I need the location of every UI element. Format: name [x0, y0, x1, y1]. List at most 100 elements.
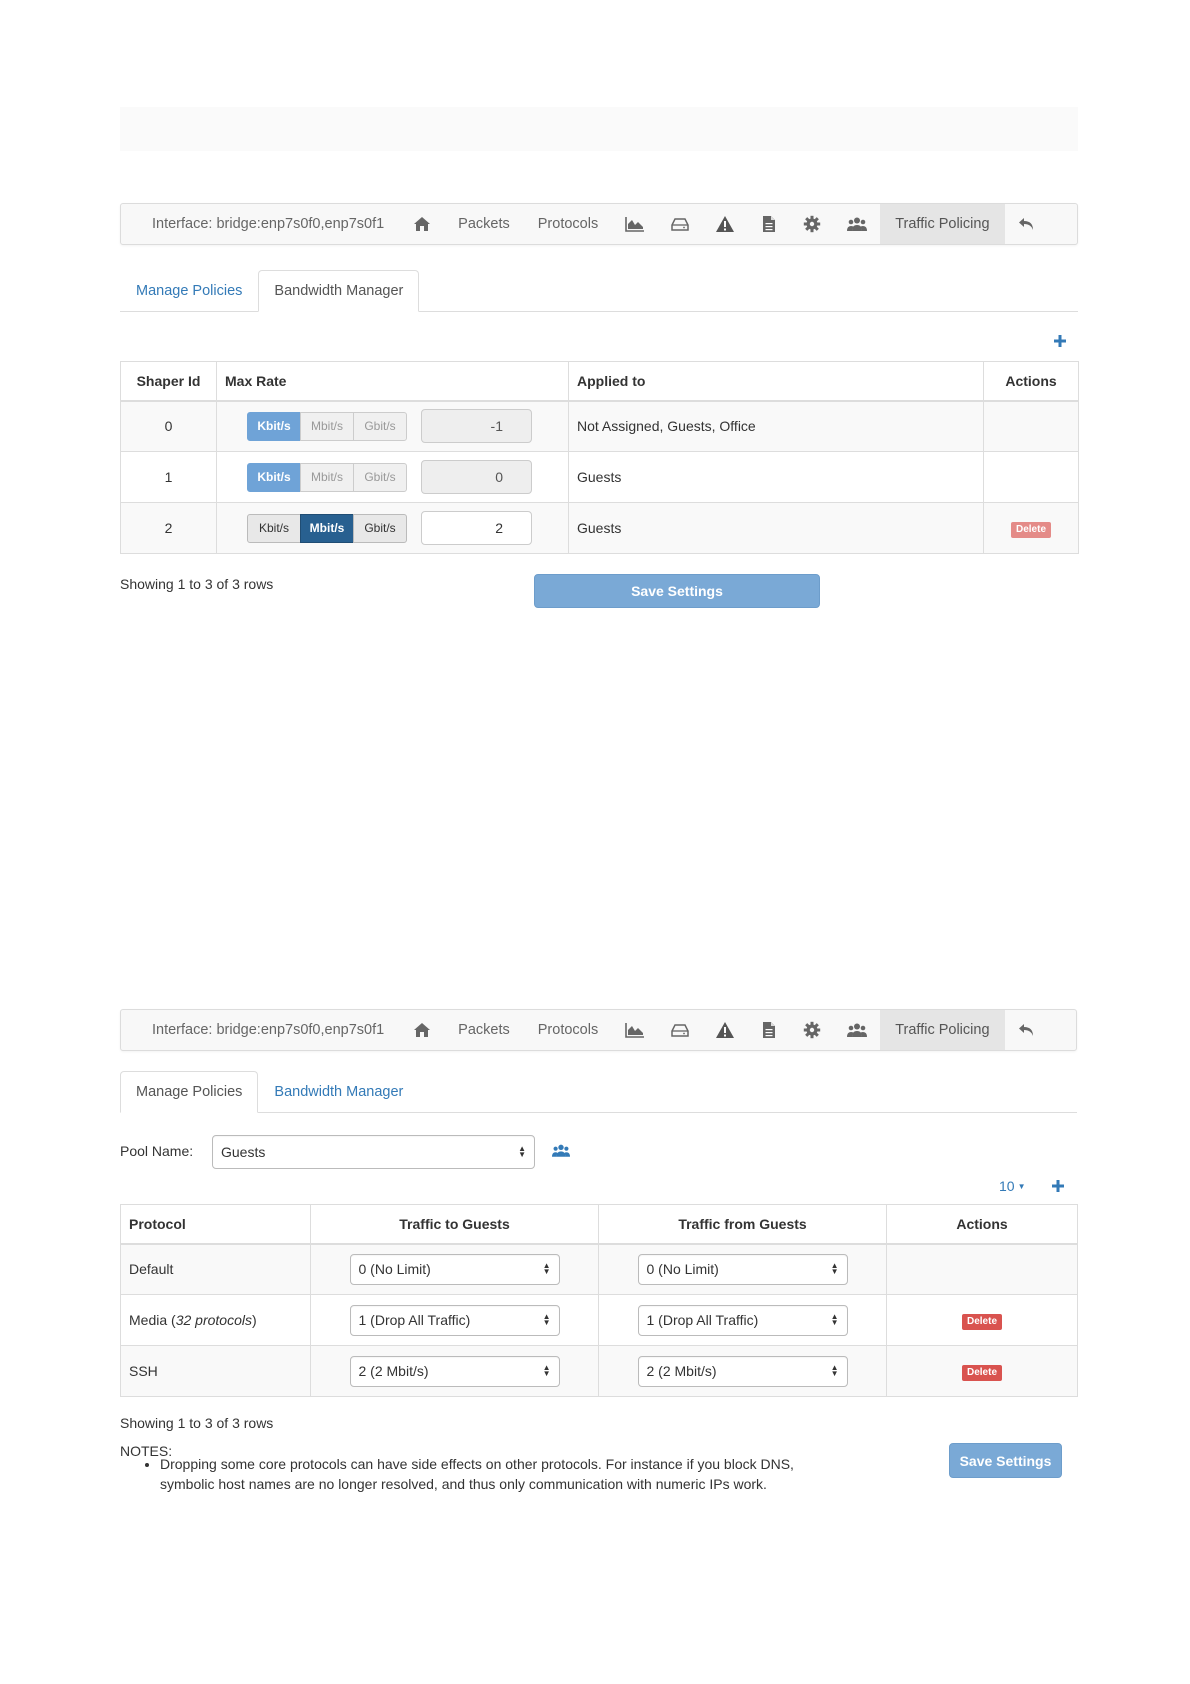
gear-icon[interactable] — [790, 1010, 834, 1050]
header-max-rate: Max Rate — [216, 361, 569, 402]
header-traffic-to: Traffic to Guests — [310, 1204, 599, 1245]
warning-icon[interactable] — [702, 204, 748, 244]
shaper-id: 0 — [120, 400, 217, 452]
traffic-from-select[interactable]: 1 (Drop All Traffic) ▲ ▼ — [637, 1304, 848, 1336]
plus-icon[interactable] — [1051, 1179, 1065, 1196]
unit-mbit-button[interactable]: Mbit/s — [300, 411, 354, 441]
traffic-to-cell: 0 (No Limit) ▲ ▼ — [310, 1243, 599, 1295]
protocol-cell: Media (32 protocols) — [120, 1294, 311, 1346]
select-caret-icon: ▲ ▼ — [830, 1312, 839, 1327]
traffic-to-select[interactable]: 1 (Drop All Traffic) ▲ ▼ — [349, 1304, 560, 1336]
tab-bandwidth-manager[interactable]: Bandwidth Manager — [258, 1071, 419, 1113]
traffic-to-cell: 1 (Drop All Traffic) ▲ ▼ — [310, 1294, 599, 1346]
unit-mbit-button[interactable]: Mbit/s — [300, 513, 354, 543]
users-icon[interactable] — [834, 1010, 880, 1050]
nav-packets[interactable]: Packets — [444, 204, 524, 244]
undo-icon[interactable] — [1005, 1010, 1049, 1050]
traffic-to-value: 0 (No Limit) — [358, 1261, 431, 1278]
unit-kbit-button[interactable]: Kbit/s — [247, 411, 301, 441]
plus-icon[interactable] — [1053, 334, 1067, 351]
applied-to: Guests — [568, 502, 984, 554]
save-settings-button[interactable]: Save Settings — [949, 1443, 1062, 1478]
interface-label: Interface: bridge:enp7s0f0,enp7s0f1 — [152, 216, 385, 232]
nav-packets[interactable]: Packets — [444, 1010, 524, 1050]
traffic-from-cell: 0 (No Limit) ▲ ▼ — [598, 1243, 887, 1295]
file-icon[interactable] — [748, 1010, 790, 1050]
unit-selector: Kbit/s Mbit/s Gbit/s — [247, 513, 407, 543]
table-row: 1 Kbit/s Mbit/s Gbit/s 0 Guests — [120, 451, 1079, 503]
unit-gbit-button[interactable]: Gbit/s — [353, 513, 407, 543]
traffic-to-cell: 2 (2 Mbit/s) ▲ ▼ — [310, 1345, 599, 1397]
undo-icon[interactable] — [1005, 204, 1049, 244]
unit-kbit-button[interactable]: Kbit/s — [247, 462, 301, 492]
tab-bandwidth-manager[interactable]: Bandwidth Manager — [258, 270, 420, 312]
pool-name-select[interactable]: Guests ▲ ▼ — [212, 1135, 535, 1169]
header-shaper-id: Shaper Id — [120, 361, 217, 402]
unit-selector: Kbit/s Mbit/s Gbit/s — [247, 411, 407, 441]
nav-protocols[interactable]: Protocols — [524, 204, 612, 244]
select-caret-icon: ▲ ▼ — [830, 1363, 839, 1378]
tab-manage-policies[interactable]: Manage Policies — [120, 270, 258, 312]
actions-cell: Delete — [983, 502, 1079, 554]
traffic-to-select[interactable]: 2 (2 Mbit/s) ▲ ▼ — [349, 1355, 560, 1387]
traffic-from-value: 2 (2 Mbit/s) — [646, 1363, 717, 1379]
rate-input: -1 — [421, 409, 532, 444]
navbar-bottom: Interface: bridge:enp7s0f0,enp7s0f1 Pack… — [120, 1009, 1077, 1051]
delete-button[interactable]: Delete — [961, 1364, 1002, 1381]
protocol-count: 32 protocols — [175, 1312, 252, 1328]
table-row: Media (32 protocols) 1 (Drop All Traffic… — [120, 1294, 1078, 1346]
users-icon[interactable] — [552, 1143, 570, 1161]
select-caret-icon: ▲ ▼ — [830, 1261, 839, 1277]
policy-table: Protocol Traffic to Guests Traffic from … — [120, 1204, 1078, 1397]
rate-input[interactable]: 2 — [421, 511, 532, 545]
area-chart-icon[interactable] — [612, 1010, 658, 1050]
home-icon[interactable] — [400, 204, 444, 244]
unit-selector: Kbit/s Mbit/s Gbit/s — [247, 462, 407, 492]
file-icon[interactable] — [748, 204, 790, 244]
warning-icon[interactable] — [702, 1010, 748, 1050]
actions-cell — [983, 451, 1079, 503]
traffic-from-select[interactable]: 0 (No Limit) ▲ ▼ — [637, 1253, 848, 1285]
area-chart-icon[interactable] — [612, 204, 658, 244]
unit-gbit-button[interactable]: Gbit/s — [353, 411, 407, 441]
shaper-id: 2 — [120, 502, 217, 554]
unit-mbit-button[interactable]: Mbit/s — [300, 462, 354, 492]
unit-kbit-button[interactable]: Kbit/s — [247, 513, 301, 543]
traffic-to-select[interactable]: 0 (No Limit) ▲ ▼ — [349, 1253, 560, 1285]
traffic-from-cell: 2 (2 Mbit/s) ▲ ▼ — [598, 1345, 887, 1397]
nav-protocols[interactable]: Protocols — [524, 1010, 612, 1050]
max-rate-cell: Kbit/s Mbit/s Gbit/s -1 — [216, 400, 569, 452]
max-rate-cell: Kbit/s Mbit/s Gbit/s 2 — [216, 502, 569, 554]
unit-gbit-button[interactable]: Gbit/s — [353, 462, 407, 492]
users-icon[interactable] — [834, 204, 880, 244]
protocol-name: SSH — [120, 1345, 311, 1397]
actions-cell: Delete — [886, 1345, 1078, 1397]
notes-list: Dropping some core protocols can have si… — [120, 1454, 840, 1494]
delete-button[interactable]: Delete — [961, 1313, 1002, 1330]
actions-cell: Delete — [886, 1294, 1078, 1346]
traffic-from-value: 1 (Drop All Traffic) — [646, 1312, 759, 1328]
page-size-dropdown[interactable]: 10 ▼ — [999, 1178, 1026, 1194]
note-item: Dropping some core protocols can have si… — [160, 1454, 840, 1494]
navbar-top: Interface: bridge:enp7s0f0,enp7s0f1 Pack… — [120, 203, 1078, 245]
rows-summary: Showing 1 to 3 of 3 rows — [120, 1415, 274, 1431]
hdd-icon[interactable] — [658, 204, 702, 244]
nav-traffic-policing[interactable]: Traffic Policing — [880, 204, 1005, 244]
tab-manage-policies[interactable]: Manage Policies — [120, 1071, 259, 1113]
hdd-icon[interactable] — [658, 1010, 702, 1050]
header-actions: Actions — [886, 1204, 1078, 1245]
table-row: SSH 2 (2 Mbit/s) ▲ ▼ 2 (2 Mbit/s) ▲ ▼ Dele… — [120, 1345, 1078, 1397]
pool-name-label: Pool Name: — [120, 1143, 194, 1159]
header-protocol: Protocol — [120, 1204, 311, 1245]
header-applied-to: Applied to — [568, 361, 984, 402]
delete-button[interactable]: Delete — [1010, 521, 1051, 538]
gear-icon[interactable] — [790, 204, 834, 244]
shaper-id: 1 — [120, 451, 217, 503]
select-caret-icon: ▲ ▼ — [518, 1144, 526, 1159]
home-icon[interactable] — [400, 1010, 444, 1050]
rate-input: 0 — [421, 460, 532, 494]
save-settings-button[interactable]: Save Settings — [534, 574, 820, 608]
traffic-from-select[interactable]: 2 (2 Mbit/s) ▲ ▼ — [637, 1355, 848, 1387]
rows-summary: Showing 1 to 3 of 3 rows — [120, 576, 274, 592]
nav-traffic-policing[interactable]: Traffic Policing — [880, 1010, 1005, 1050]
